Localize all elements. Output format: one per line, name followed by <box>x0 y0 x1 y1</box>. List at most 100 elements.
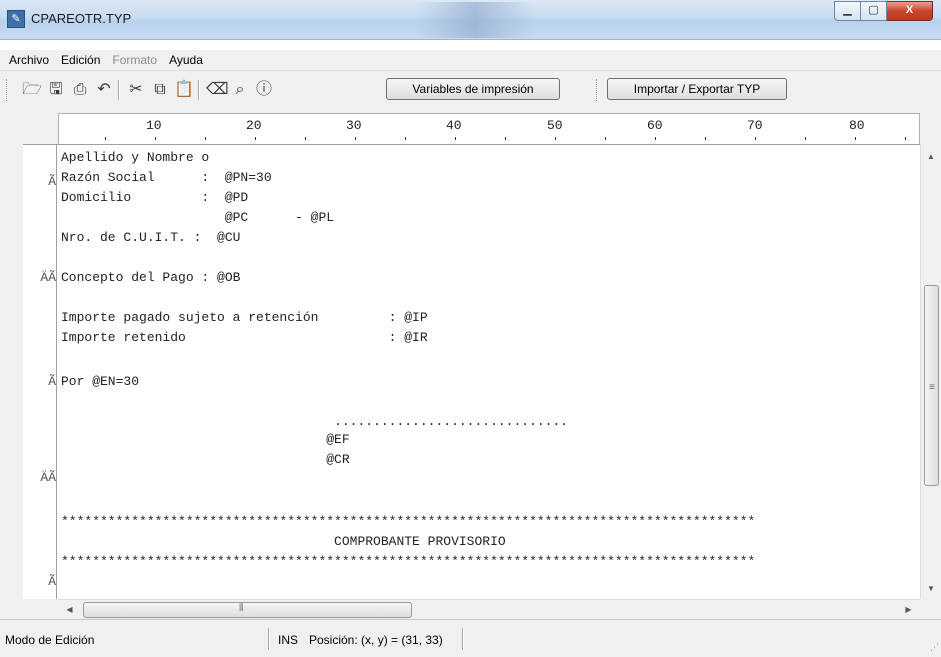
text-editor[interactable]: Ã ÄÃ Ã ÄÃ Ã Apellido y Nombre o Razón So… <box>23 144 941 600</box>
save-icon[interactable]: 🖫 <box>46 80 66 100</box>
status-divider <box>268 628 270 650</box>
grip-icon: ≡ <box>929 382 935 393</box>
scrollbar-corner-right <box>920 599 941 619</box>
text-line: COMPROBANTE PROVISORIO <box>61 534 506 549</box>
ruler-label: 20 <box>246 118 262 133</box>
ruler-area: 10 20 30 40 50 60 70 80 <box>0 108 941 144</box>
ruler-tick <box>705 137 706 140</box>
resize-grip-icon[interactable]: ⋰ <box>930 642 939 653</box>
maximize-button[interactable]: ▢ <box>861 1 887 21</box>
ruler-tick <box>405 137 406 140</box>
text-line: Importe retenido : @IR <box>61 330 428 345</box>
ruler-label: 40 <box>446 118 462 133</box>
scrollbar-corner-left <box>0 599 58 619</box>
ruler-tick <box>555 137 556 140</box>
variables-button[interactable]: Variables de impresión <box>386 78 560 100</box>
text-line: @EF <box>61 432 350 447</box>
ruler-tick <box>455 137 456 140</box>
minimize-button[interactable]: ▁ <box>834 1 861 21</box>
cut-icon[interactable]: ✂ <box>126 80 146 100</box>
line-gutter: Ã ÄÃ Ã ÄÃ Ã <box>23 145 57 600</box>
ruler-tick <box>505 137 506 140</box>
ruler-tick <box>655 137 656 140</box>
ruler-tick <box>305 137 306 140</box>
gutter-mark: ÄÃ <box>40 470 56 485</box>
menu-ayuda[interactable]: Ayuda <box>163 53 209 67</box>
text-line: ****************************************… <box>61 554 756 569</box>
text-line: @PC - @PL <box>61 210 335 225</box>
text-line: ****************************************… <box>61 514 756 529</box>
text-line: @CR <box>61 452 350 467</box>
ruler-label: 80 <box>849 118 865 133</box>
gutter-mark: Ã <box>48 374 56 389</box>
status-position: Posición: (x, y) = (31, 33) <box>309 633 443 647</box>
help-icon[interactable]: ⓘ <box>254 80 274 100</box>
toolbar-grip[interactable] <box>596 79 599 101</box>
ruler-label: 50 <box>547 118 563 133</box>
ruler-tick <box>905 137 906 140</box>
find-icon[interactable]: ⌕ <box>230 80 250 100</box>
text-line: Por @EN=30 <box>61 374 140 389</box>
ruler-tick <box>205 137 206 140</box>
paste-icon[interactable]: 📋 <box>174 80 194 100</box>
ruler-tick <box>805 137 806 140</box>
text-line: Apellido y Nombre o <box>61 150 210 165</box>
close-button[interactable]: X <box>887 1 933 21</box>
horizontal-scroll-thumb[interactable]: ⦀ <box>83 602 412 618</box>
text-line: Domicilio : @PD <box>61 190 249 205</box>
open-icon[interactable]: 🗁 <box>22 80 42 100</box>
erase-icon[interactable]: ⌫ <box>206 80 229 100</box>
copy-icon[interactable]: ⧉ <box>150 80 170 100</box>
scroll-right-icon[interactable]: ▶ <box>900 600 917 619</box>
ruler-label: 30 <box>346 118 362 133</box>
menu-edicion[interactable]: Edición <box>55 53 106 67</box>
gutter-mark: Ã <box>48 574 56 589</box>
ruler-tick <box>855 137 856 140</box>
toolbar-grip[interactable] <box>6 79 9 101</box>
ruler-label: 60 <box>647 118 663 133</box>
toolbar-separator <box>198 80 200 100</box>
ruler-tick <box>755 137 756 140</box>
text-line: Nro. de C.U.I.T. : @CU <box>61 230 241 245</box>
ruler-label: 10 <box>146 118 162 133</box>
window-controls: ▁ ▢ X <box>834 1 933 21</box>
status-divider <box>462 628 464 650</box>
ruler: 10 20 30 40 50 60 70 80 <box>58 113 920 144</box>
text-line: Concepto del Pago : @OB <box>61 270 241 285</box>
title-blur <box>415 2 535 38</box>
undo-icon[interactable]: ↶ <box>94 80 114 100</box>
gutter-strip <box>0 144 23 599</box>
vertical-scrollbar[interactable]: ▲ ≡ ▼ <box>920 144 941 599</box>
status-mode: Modo de Edición <box>5 633 95 647</box>
scroll-down-icon[interactable]: ▼ <box>921 580 941 597</box>
ruler-tick <box>255 137 256 140</box>
window-title: CPAREOTR.TYP <box>31 11 132 26</box>
ruler-tick <box>105 137 106 140</box>
text-line: .............................. <box>61 414 569 429</box>
import-export-button[interactable]: Importar / Exportar TYP <box>607 78 787 100</box>
text-line: Razón Social : @PN=30 <box>61 170 272 185</box>
scroll-left-icon[interactable]: ◀ <box>61 600 78 619</box>
menu-bar: Archivo Edición Formato Ayuda <box>0 50 941 70</box>
ruler-tick <box>355 137 356 140</box>
vertical-scroll-thumb[interactable]: ≡ <box>924 285 939 486</box>
print-icon[interactable]: ⎙ <box>70 80 90 100</box>
text-line: Importe pagado sujeto a retención : @IP <box>61 310 428 325</box>
ruler-label: 70 <box>747 118 763 133</box>
scroll-up-icon[interactable]: ▲ <box>921 148 941 165</box>
ruler-tick <box>155 137 156 140</box>
menu-formato[interactable]: Formato <box>106 53 163 67</box>
ruler-tick <box>605 137 606 140</box>
status-ins: INS <box>278 633 299 647</box>
grip-icon: ⦀ <box>239 603 244 614</box>
title-bar[interactable]: ✎ CPAREOTR.TYP ▁ ▢ X <box>0 0 941 40</box>
text-area[interactable]: Apellido y Nombre o Razón Social : @PN=3… <box>58 145 916 597</box>
gutter-mark: Ã <box>48 174 56 189</box>
toolbar-separator <box>118 80 120 100</box>
status-bar: Modo de Edición INS Posición: (x, y) = (… <box>0 619 941 657</box>
horizontal-scrollbar[interactable]: ◀ ⦀ ▶ <box>58 599 920 619</box>
menu-archivo[interactable]: Archivo <box>3 53 55 67</box>
gutter-mark: ÄÃ <box>40 270 56 285</box>
toolbar: 🗁 🖫 ⎙ ↶ ✂ ⧉ 📋 ⌫ ⌕ ⓘ Variables de impresi… <box>0 70 941 108</box>
app-icon[interactable]: ✎ <box>7 10 25 28</box>
